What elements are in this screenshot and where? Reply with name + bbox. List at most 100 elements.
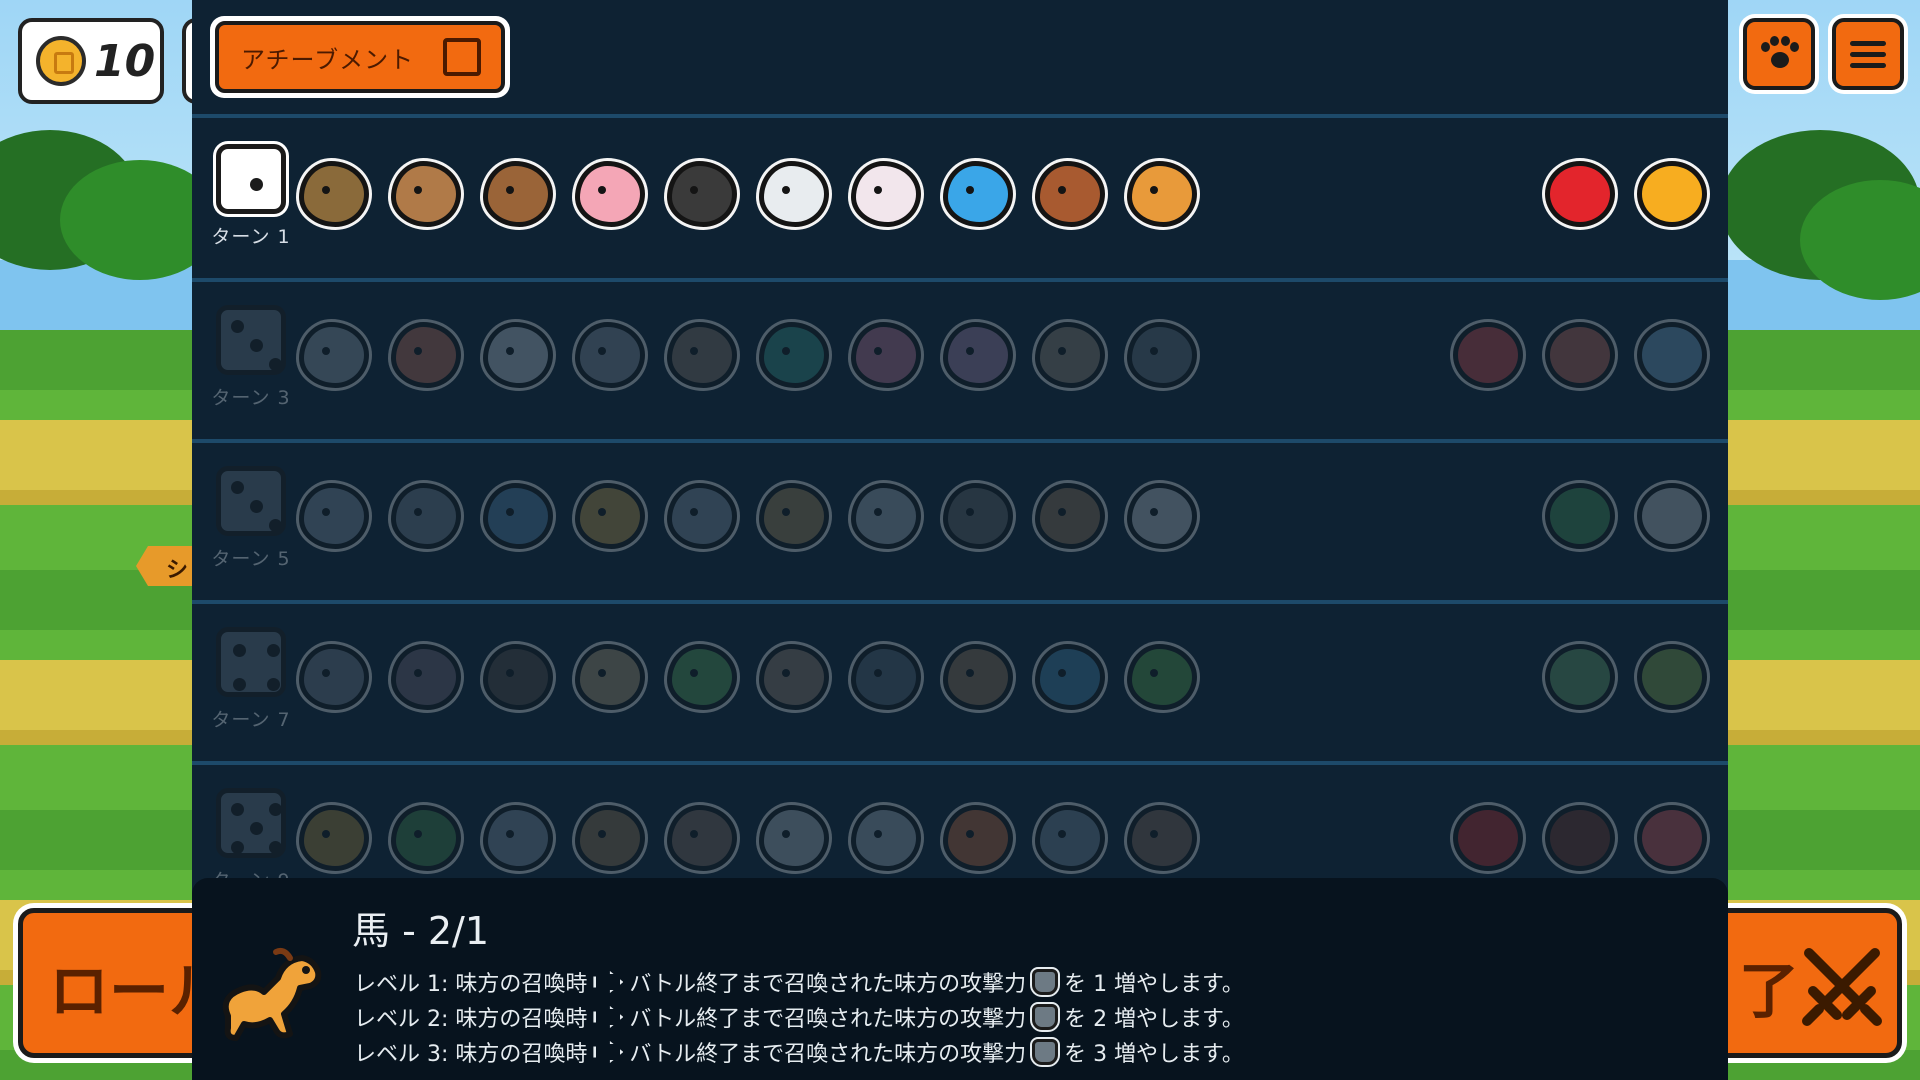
monkey-icon[interactable]: [572, 796, 648, 880]
achievements-label: アチーブメント: [241, 45, 415, 74]
menu-button[interactable]: [1832, 18, 1904, 90]
ability-effect: バトル終了まで召喚された味方の攻撃力: [629, 1007, 1027, 1032]
dog-icon[interactable]: [1032, 474, 1108, 558]
beaver-icon[interactable]: [388, 152, 464, 236]
tier-animals: [296, 152, 1200, 236]
tier-foods: [1542, 152, 1710, 236]
tier-row: ターン 1: [192, 122, 1728, 282]
checkbox-icon: [443, 38, 481, 76]
ability-trigger: レベル 2: 味方の召喚時: [354, 1007, 588, 1032]
turkey-icon[interactable]: [1124, 796, 1200, 880]
camel-icon[interactable]: [756, 474, 832, 558]
turn-label: ターン 7: [211, 709, 291, 731]
kangaroo-icon[interactable]: [1032, 313, 1108, 397]
deer-icon[interactable]: [940, 635, 1016, 719]
dice-icon: [216, 788, 286, 858]
hedgehog-icon[interactable]: [664, 313, 740, 397]
pig-icon[interactable]: [572, 152, 648, 236]
ox-icon[interactable]: [940, 474, 1016, 558]
mosquito-icon[interactable]: [756, 152, 832, 236]
badger-icon[interactable]: [388, 474, 464, 558]
tier-dice: ターン 7: [206, 627, 296, 732]
tier-dice: ターン 5: [206, 466, 296, 571]
tier-foods: [1450, 796, 1710, 880]
pear-icon[interactable]: [1634, 635, 1710, 719]
rooster-icon[interactable]: [940, 796, 1016, 880]
chocolate-icon[interactable]: [1542, 796, 1618, 880]
cow-icon[interactable]: [756, 796, 832, 880]
sushi-icon[interactable]: [1634, 796, 1710, 880]
bison-icon[interactable]: [480, 635, 556, 719]
peacock-icon[interactable]: [756, 313, 832, 397]
fish-icon[interactable]: [940, 152, 1016, 236]
honey-icon[interactable]: [1634, 152, 1710, 236]
tier-row: ターン 3: [192, 283, 1728, 443]
crab-icon[interactable]: [388, 313, 464, 397]
tier-dice: ターン 1: [206, 144, 296, 249]
shark-icon[interactable]: [1032, 796, 1108, 880]
whale-icon[interactable]: [1032, 635, 1108, 719]
panel-header: アチーブメント: [192, 0, 1728, 118]
coin-value: 10: [94, 35, 156, 87]
duck-icon[interactable]: [296, 152, 372, 236]
hamburger-menu-icon: [1850, 40, 1886, 68]
tier-dice: ターン 3: [206, 305, 296, 410]
horse-icon[interactable]: [1124, 152, 1200, 236]
parrot-icon[interactable]: [1124, 635, 1200, 719]
pets-collection-button[interactable]: [1743, 18, 1815, 90]
mouse-icon[interactable]: [848, 152, 924, 236]
rat-icon[interactable]: [572, 313, 648, 397]
ability-amount: を 2 増やします。: [1064, 1007, 1244, 1032]
cupcake-icon[interactable]: [1634, 313, 1710, 397]
attack-icon: [1032, 1039, 1059, 1065]
tier-animals: [296, 635, 1200, 719]
sheep-icon[interactable]: [1124, 474, 1200, 558]
rabbit-icon[interactable]: [848, 474, 924, 558]
tier-foods: [1542, 474, 1710, 558]
snail-icon[interactable]: [296, 313, 372, 397]
penguin-icon[interactable]: [848, 635, 924, 719]
turn-label: ターン 3: [211, 387, 291, 409]
pill-icon[interactable]: [1450, 313, 1526, 397]
seal-icon[interactable]: [848, 796, 924, 880]
turtle-icon[interactable]: [664, 635, 740, 719]
giraffe-icon[interactable]: [572, 474, 648, 558]
attack-icon: [1032, 1004, 1059, 1030]
worm-icon[interactable]: [940, 313, 1016, 397]
otter-icon[interactable]: [480, 152, 556, 236]
scorpion-icon[interactable]: [296, 796, 372, 880]
spider-icon[interactable]: [1124, 313, 1200, 397]
dice-icon: [216, 144, 286, 214]
arrow-right-icon: [593, 1006, 624, 1028]
meat-bone-icon[interactable]: [1542, 313, 1618, 397]
ant-icon[interactable]: [664, 152, 740, 236]
elephant-icon[interactable]: [664, 474, 740, 558]
side-tag[interactable]: シ: [136, 546, 196, 586]
blowfish-icon[interactable]: [572, 635, 648, 719]
hippo-icon[interactable]: [388, 635, 464, 719]
swan-icon[interactable]: [480, 313, 556, 397]
squirrel-icon[interactable]: [756, 635, 832, 719]
garlic-icon[interactable]: [1634, 474, 1710, 558]
cricket-icon[interactable]: [1032, 152, 1108, 236]
achievements-button-inner: アチーブメント: [215, 21, 505, 93]
apple-icon[interactable]: [1542, 152, 1618, 236]
shop-tiers-panel: アチーブメント ターン 1ターン 3ターン 5ターン 7ターン 9 馬 - 2/…: [192, 0, 1728, 1080]
rhino-icon[interactable]: [480, 796, 556, 880]
ability-trigger: レベル 3: 味方の召喚時: [354, 1042, 588, 1067]
canned-food-icon[interactable]: [1542, 635, 1618, 719]
dolphin-icon[interactable]: [480, 474, 556, 558]
armadillo-icon[interactable]: [664, 796, 740, 880]
skunk-icon[interactable]: [296, 635, 372, 719]
tier-foods: [1450, 313, 1710, 397]
crocodile-icon[interactable]: [388, 796, 464, 880]
achievements-button[interactable]: アチーブメント: [210, 16, 510, 98]
flamingo-icon[interactable]: [848, 313, 924, 397]
tier-row: ターン 7: [192, 605, 1728, 765]
dodo-icon[interactable]: [296, 474, 372, 558]
ability-trigger: レベル 1: 味方の召喚時: [354, 972, 588, 997]
pet-title: 馬 - 2/1: [352, 909, 490, 953]
tier-animals: [296, 796, 1200, 880]
salad-bowl-icon[interactable]: [1542, 474, 1618, 558]
chili-icon[interactable]: [1450, 796, 1526, 880]
